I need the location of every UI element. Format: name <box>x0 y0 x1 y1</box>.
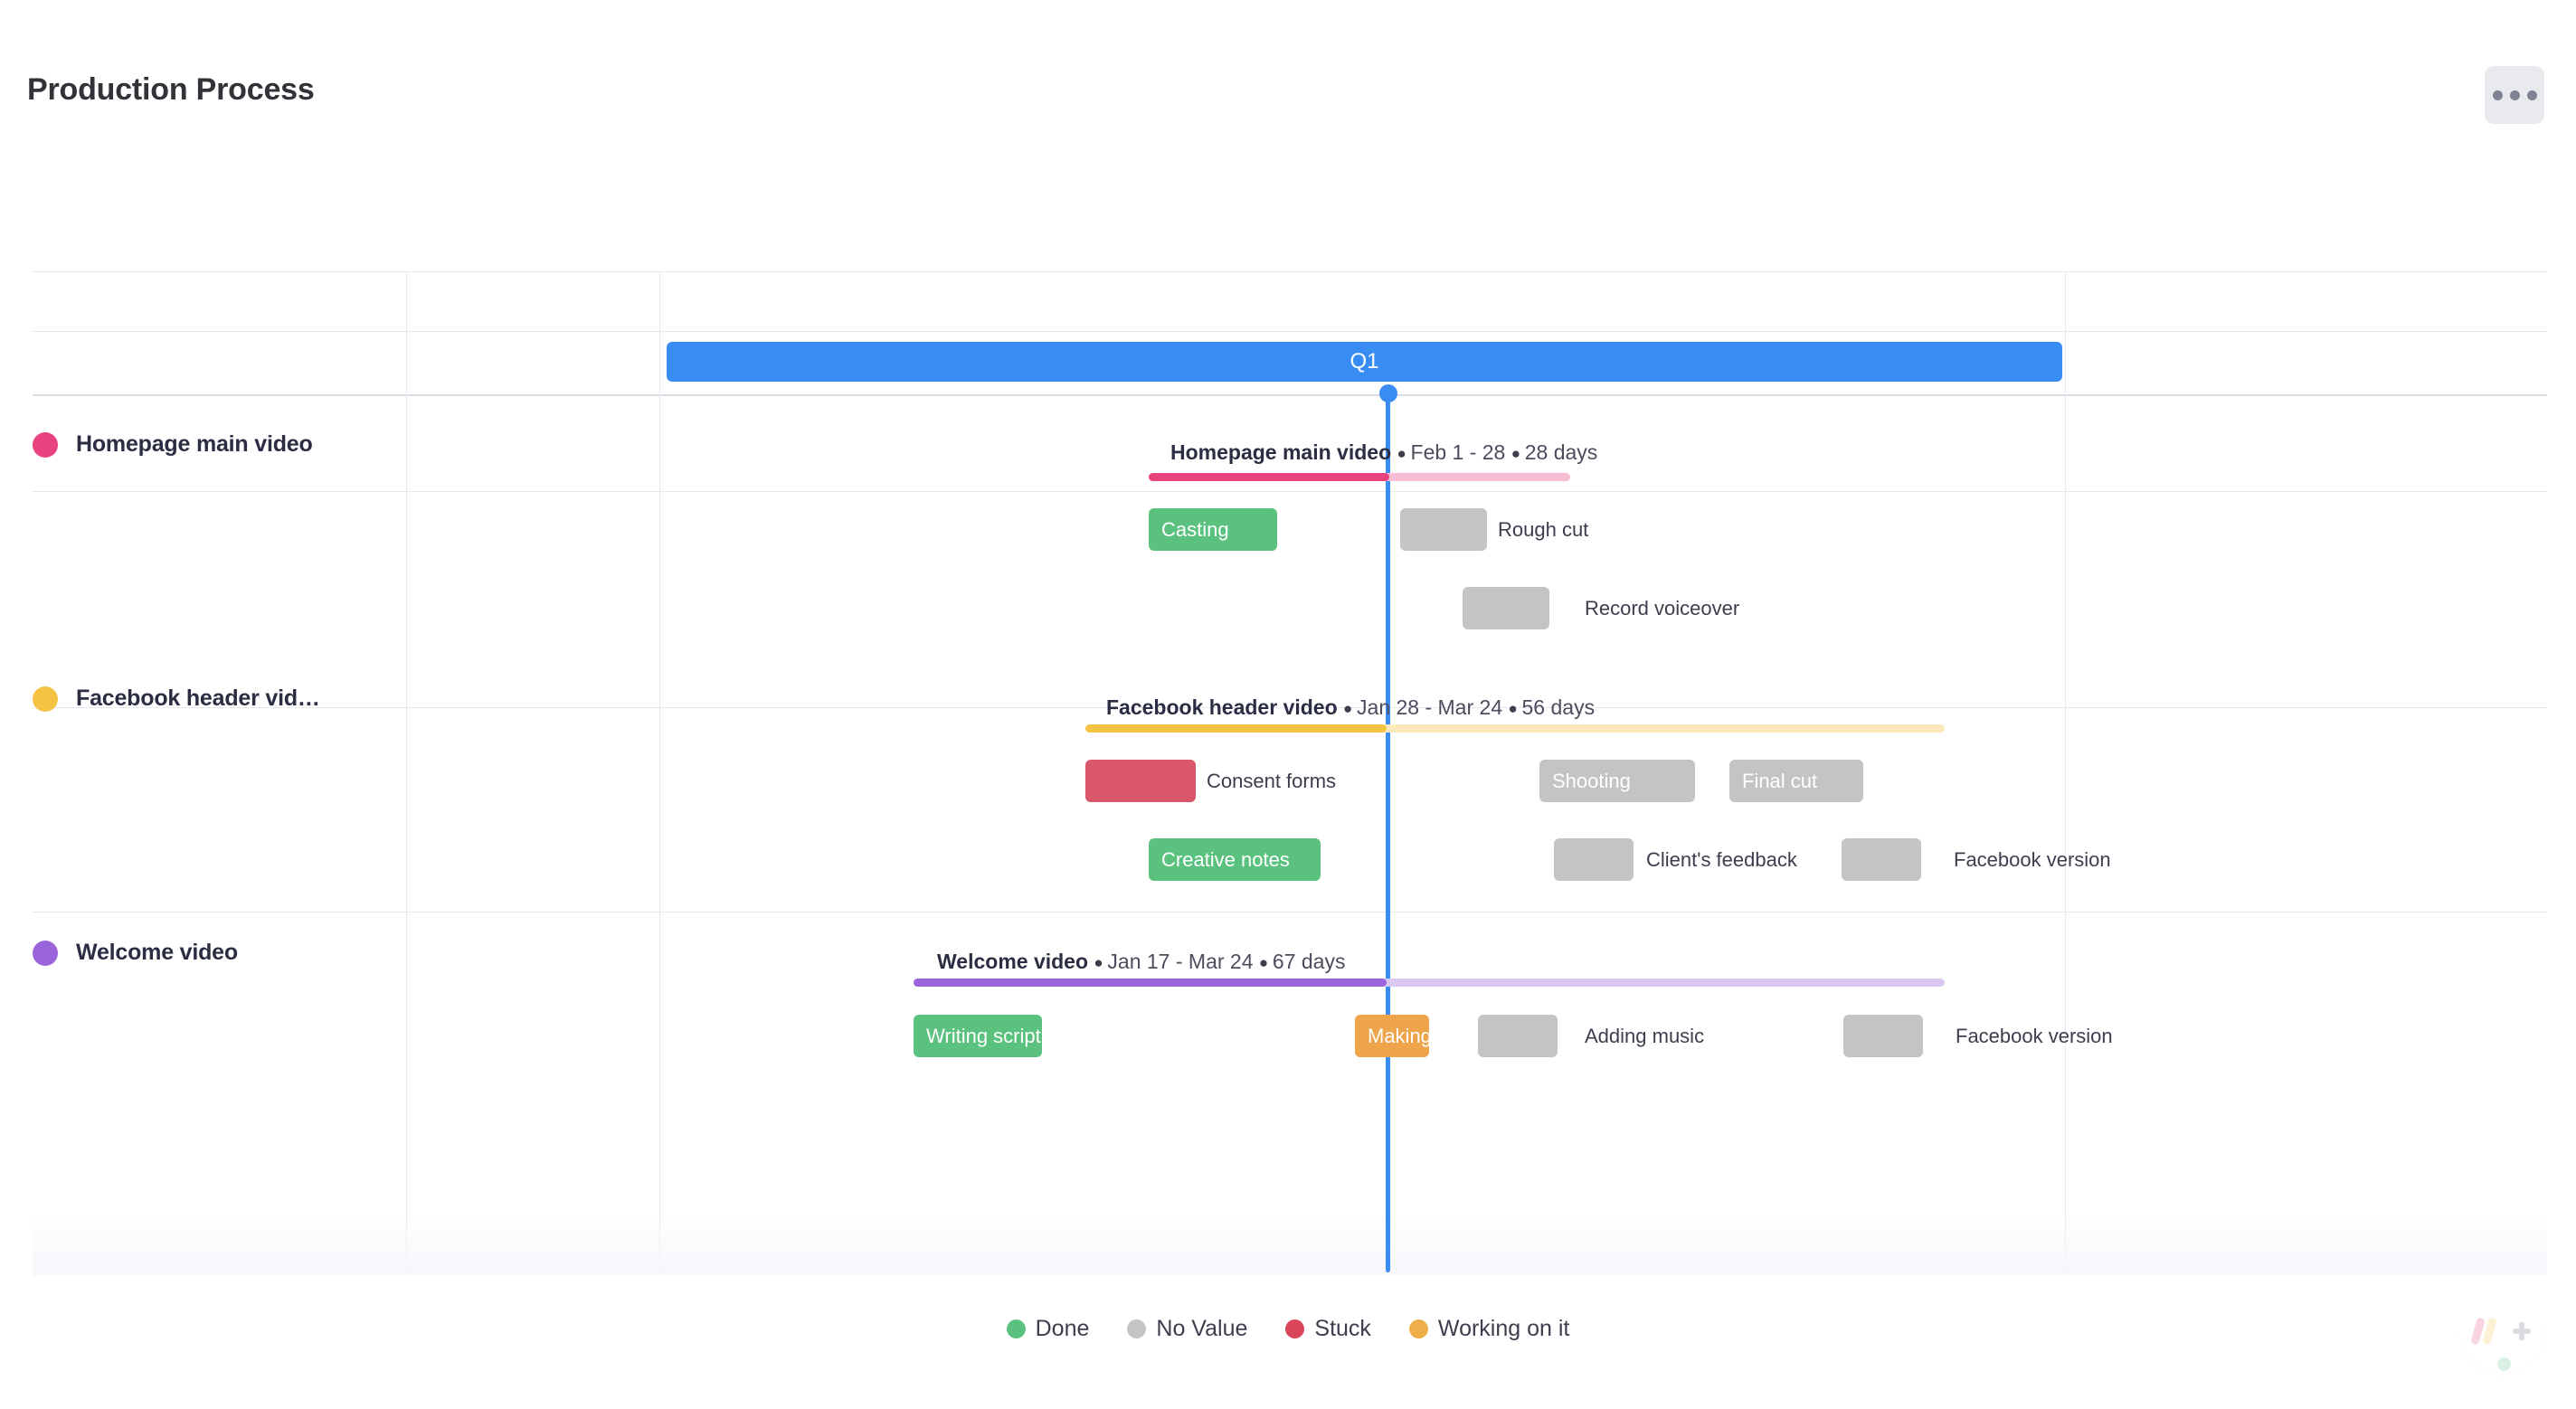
task-label-facebook-version: Facebook version <box>1956 1025 2113 1047</box>
task-label-record-voiceover: Record voiceover <box>1585 597 1740 619</box>
legend-item-no-value[interactable]: No Value <box>1127 1316 1247 1342</box>
quarter-header-q1[interactable]: Q1 <box>667 342 2062 382</box>
group-summary-facebook: Facebook header video ● Jan 28 - Mar 24 … <box>1106 695 1595 720</box>
task-chip-label: Final cut <box>1742 769 1818 792</box>
task-chip-facebook-version[interactable] <box>1842 838 1921 881</box>
task-chip-label: Making <box>1368 1024 1429 1047</box>
menu-dot <box>2492 90 2503 100</box>
row-label-welcome-video[interactable]: Welcome video <box>33 940 238 966</box>
bullet-separator-icon: ● <box>1258 953 1273 971</box>
grid-hline <box>33 491 2547 492</box>
grid-hline <box>33 271 2547 272</box>
row-label-facebook-header-video[interactable]: Facebook header vid… <box>33 686 320 712</box>
task-chip-consent-forms[interactable] <box>1085 760 1196 802</box>
group-color-dot-icon <box>33 431 58 458</box>
legend-item-stuck[interactable]: Stuck <box>1285 1316 1371 1342</box>
grid-vline <box>659 271 660 1273</box>
bullet-separator-icon: ● <box>1511 444 1525 462</box>
group-progress-track <box>914 979 1945 987</box>
row-label-text: Welcome video <box>76 940 238 965</box>
group-summary-dates: Jan 17 - Mar 24 <box>1107 950 1254 973</box>
menu-dot <box>2509 90 2520 100</box>
group-progress-fill <box>1149 473 1389 481</box>
task-chip-shooting[interactable]: Shooting <box>1539 760 1695 802</box>
group-progress-track <box>1149 473 1570 481</box>
task-chip-making[interactable]: Making <box>1355 1015 1429 1057</box>
legend-label: Stuck <box>1314 1316 1371 1341</box>
task-chip-facebook-version[interactable] <box>1843 1015 1923 1057</box>
legend-swatch-icon <box>1408 1319 1428 1338</box>
grid-vline <box>2065 271 2066 1273</box>
task-chip-label: Creative notes <box>1161 847 1290 871</box>
bullet-separator-icon: ● <box>1508 699 1522 717</box>
group-summary-dates: Feb 1 - 28 <box>1410 440 1506 464</box>
legend-swatch-icon <box>1285 1319 1305 1338</box>
task-label-rough-cut: Rough cut <box>1498 518 1589 541</box>
bullet-separator-icon: ● <box>1397 444 1411 462</box>
monday-brand-badge-icon[interactable] <box>2460 1290 2543 1373</box>
row-label-text: Homepage main video <box>76 431 313 457</box>
task-chip-writing-script[interactable]: Writing script <box>914 1015 1042 1057</box>
legend-item-done[interactable]: Done <box>1006 1316 1090 1342</box>
grid-hline <box>33 331 2547 332</box>
legend-label: Done <box>1035 1316 1090 1341</box>
task-chip-label: Casting <box>1161 517 1229 541</box>
plus-icon <box>2512 1322 2531 1340</box>
legend-item-working-on-it[interactable]: Working on it <box>1408 1316 1570 1342</box>
task-chip-rough-cut[interactable] <box>1400 508 1487 551</box>
status-legend: Done No Value Stuck Working on it <box>0 1316 2576 1342</box>
page-title: Production Process <box>27 72 315 107</box>
group-summary-name: Homepage main video <box>1170 440 1392 464</box>
task-chip-record-voiceover[interactable] <box>1463 587 1549 629</box>
group-summary-duration: 28 days <box>1524 440 1598 464</box>
task-label-consent-forms: Consent forms <box>1207 770 1337 792</box>
more-options-icon[interactable] <box>2485 66 2544 124</box>
task-label-clients-feedback: Client's feedback <box>1646 848 1797 871</box>
group-progress-track <box>1085 724 1945 733</box>
legend-swatch-icon <box>1127 1319 1147 1338</box>
group-summary-name: Welcome video <box>937 950 1089 973</box>
group-summary-name: Facebook header video <box>1106 695 1338 719</box>
grid-vline <box>406 271 407 1273</box>
task-chip-label: Writing script <box>926 1024 1041 1047</box>
group-summary-dates: Jan 28 - Mar 24 <box>1357 695 1503 719</box>
legend-label: Working on it <box>1437 1316 1570 1341</box>
group-color-dot-icon <box>33 686 58 712</box>
grid-hline <box>33 1273 2547 1274</box>
today-line <box>1386 395 1390 1272</box>
menu-dot <box>2526 90 2537 100</box>
gantt-board: Production Process Q1 Homepage main vide… <box>0 0 2576 1409</box>
task-chip-creative-notes[interactable]: Creative notes <box>1149 838 1321 881</box>
task-label-adding-music: Adding music <box>1585 1025 1705 1047</box>
bullet-separator-icon: ● <box>1343 699 1358 717</box>
grid-fade <box>33 1212 2547 1275</box>
group-summary-duration: 56 days <box>1521 695 1596 719</box>
group-progress-fill <box>1085 724 1387 733</box>
task-chip-casting[interactable]: Casting <box>1149 508 1277 551</box>
legend-swatch-icon <box>1006 1319 1026 1338</box>
grid-hline <box>33 912 2547 913</box>
group-color-dot-icon <box>33 940 58 966</box>
task-chip-adding-music[interactable] <box>1478 1015 1558 1057</box>
task-chip-final-cut[interactable]: Final cut <box>1729 760 1863 802</box>
legend-label: No Value <box>1156 1316 1248 1341</box>
brand-dot-green <box>2496 1357 2511 1371</box>
group-summary-welcome: Welcome video ● Jan 17 - Mar 24 ● 67 day… <box>937 950 1345 974</box>
task-chip-clients-feedback[interactable] <box>1554 838 1634 881</box>
group-summary-duration: 67 days <box>1272 950 1346 973</box>
bullet-separator-icon: ● <box>1094 953 1108 971</box>
grid-hline <box>33 394 2547 396</box>
group-summary-homepage: Homepage main video ● Feb 1 - 28 ● 28 da… <box>1170 440 1597 465</box>
row-label-text: Facebook header vid… <box>76 686 320 711</box>
task-chip-label: Shooting <box>1552 769 1631 792</box>
group-progress-fill <box>914 979 1387 987</box>
task-label-facebook-version: Facebook version <box>1954 848 2111 871</box>
row-label-homepage-main-video[interactable]: Homepage main video <box>33 431 313 458</box>
